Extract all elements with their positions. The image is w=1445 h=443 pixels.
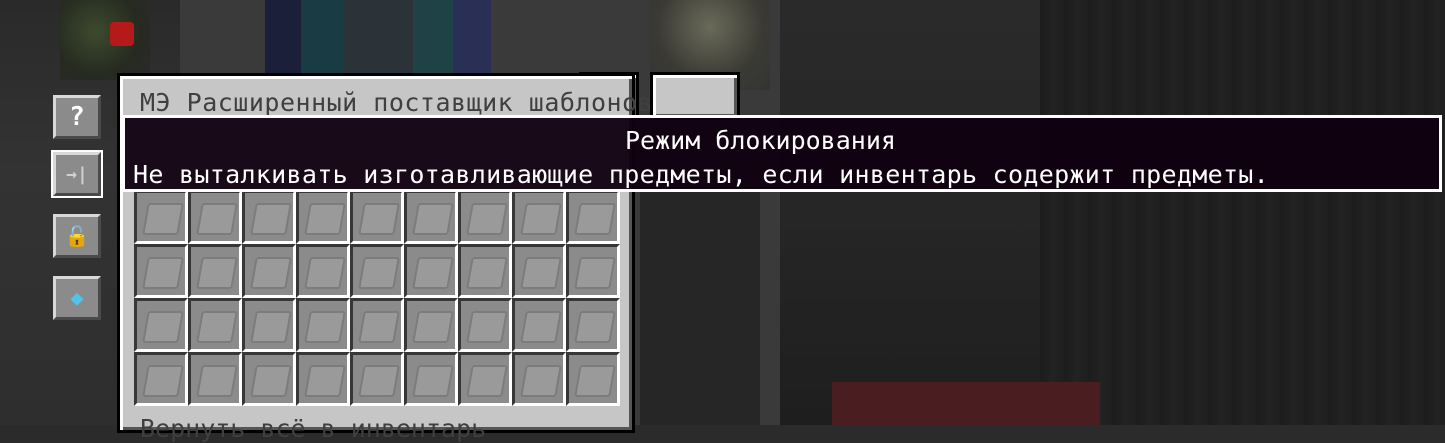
blank-pattern-icon [196, 203, 238, 235]
return-to-inventory-label: Вернуть всё в инвентарь [140, 414, 487, 443]
blank-pattern-icon [142, 203, 184, 235]
pattern-slot[interactable] [458, 244, 512, 298]
blank-pattern-icon [250, 365, 292, 397]
pattern-slot[interactable] [404, 244, 458, 298]
pattern-slot[interactable] [458, 190, 512, 244]
blank-pattern-icon [574, 365, 616, 397]
background-wall [1040, 0, 1445, 425]
tooltip-description: Не выталкивать изготавливающие предметы,… [133, 160, 1269, 189]
pattern-slot[interactable] [296, 190, 350, 244]
blank-pattern-icon [412, 311, 454, 343]
blank-pattern-icon [358, 365, 400, 397]
pattern-slot[interactable] [458, 352, 512, 406]
blank-pattern-icon [250, 257, 292, 289]
pattern-slot[interactable] [458, 298, 512, 352]
background-banner [265, 0, 301, 75]
blank-pattern-icon [520, 311, 562, 343]
pattern-slot[interactable] [350, 298, 404, 352]
background-apple [110, 22, 134, 46]
pattern-slot[interactable] [512, 190, 566, 244]
blank-pattern-icon [520, 365, 562, 397]
lock-icon: 🔓 [64, 224, 90, 248]
blank-pattern-icon [250, 311, 292, 343]
pattern-slot-grid [134, 190, 620, 406]
blocking-mode-tooltip: Режим блокирования Не выталкивать изгота… [122, 115, 1442, 192]
blank-pattern-icon [304, 365, 346, 397]
blank-pattern-icon [142, 311, 184, 343]
blocking-mode-icon: →| [66, 163, 88, 185]
blank-pattern-icon [142, 257, 184, 289]
pattern-slot[interactable] [188, 352, 242, 406]
pattern-slot[interactable] [134, 298, 188, 352]
background-column [640, 190, 760, 425]
pattern-slot[interactable] [350, 190, 404, 244]
blocking-mode-button[interactable]: →| [51, 150, 103, 198]
pattern-slot[interactable] [350, 244, 404, 298]
blank-pattern-icon [412, 257, 454, 289]
blank-pattern-icon [412, 365, 454, 397]
pattern-slot[interactable] [188, 244, 242, 298]
pattern-slot[interactable] [404, 190, 458, 244]
blank-pattern-icon [574, 203, 616, 235]
pattern-slot[interactable] [512, 352, 566, 406]
tooltip-title: Режим блокирования [625, 126, 896, 155]
pattern-slot[interactable] [242, 244, 296, 298]
config-tab[interactable] [650, 72, 740, 120]
lock-button[interactable]: 🔓 [53, 214, 101, 258]
pattern-slot[interactable] [512, 244, 566, 298]
pattern-slot[interactable] [566, 298, 620, 352]
blank-pattern-icon [196, 365, 238, 397]
pattern-slot[interactable] [566, 244, 620, 298]
blank-pattern-icon [466, 311, 508, 343]
blank-pattern-icon [574, 311, 616, 343]
background-banner [343, 0, 413, 75]
blank-pattern-icon [574, 257, 616, 289]
blank-pattern-icon [358, 257, 400, 289]
pattern-slot[interactable] [404, 298, 458, 352]
background-banner [413, 0, 453, 75]
pattern-slot[interactable] [134, 190, 188, 244]
background-leaves [60, 0, 150, 80]
blank-pattern-icon [304, 311, 346, 343]
pattern-slot[interactable] [296, 352, 350, 406]
blank-pattern-icon [466, 257, 508, 289]
blank-pattern-icon [520, 257, 562, 289]
help-icon: ? [69, 102, 85, 132]
blank-pattern-icon [196, 257, 238, 289]
blank-pattern-icon [412, 203, 454, 235]
pattern-slot[interactable] [188, 190, 242, 244]
pattern-slot[interactable] [188, 298, 242, 352]
pattern-slot[interactable] [242, 298, 296, 352]
pattern-slot[interactable] [566, 352, 620, 406]
blank-pattern-icon [520, 203, 562, 235]
blank-pattern-icon [142, 365, 184, 397]
blank-pattern-icon [358, 311, 400, 343]
window-title: МЭ Расширенный поставщик шаблонов [140, 88, 654, 117]
blank-pattern-icon [250, 203, 292, 235]
blank-pattern-icon [304, 257, 346, 289]
background-banner [453, 0, 491, 75]
interface-terminal-icon: ◆ [70, 285, 84, 311]
pattern-slot[interactable] [242, 352, 296, 406]
pattern-slot[interactable] [350, 352, 404, 406]
pattern-slot[interactable] [566, 190, 620, 244]
background-red-block [832, 382, 1100, 425]
pattern-slot[interactable] [512, 298, 566, 352]
blank-pattern-icon [304, 203, 346, 235]
blank-pattern-icon [466, 203, 508, 235]
help-button[interactable]: ? [53, 95, 101, 139]
pattern-slot[interactable] [404, 352, 458, 406]
pattern-slot[interactable] [242, 190, 296, 244]
blank-pattern-icon [466, 365, 508, 397]
interface-terminal-button[interactable]: ◆ [53, 276, 101, 320]
pattern-slot[interactable] [134, 244, 188, 298]
pattern-slot[interactable] [296, 298, 350, 352]
blank-pattern-icon [196, 311, 238, 343]
pattern-slot[interactable] [134, 352, 188, 406]
pattern-slot[interactable] [296, 244, 350, 298]
blank-pattern-icon [358, 203, 400, 235]
background-banner [301, 0, 343, 75]
